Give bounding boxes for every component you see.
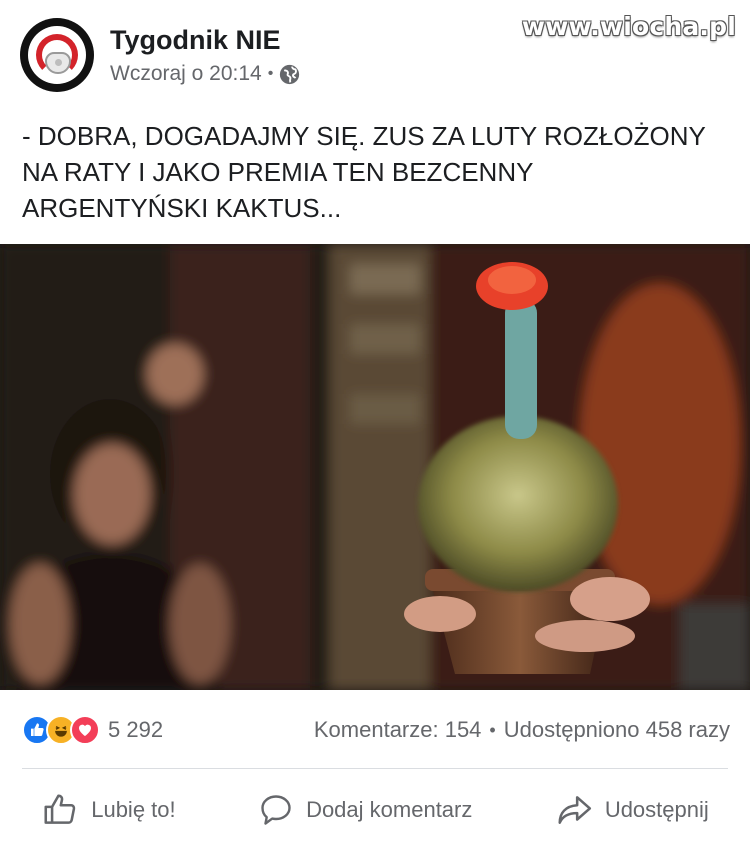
divider: [22, 768, 728, 769]
shares-count-link[interactable]: Udostępniono 458 razy: [504, 717, 730, 743]
share-button-label: Udostępnij: [604, 797, 709, 822]
like-button-label: Lubię to!: [91, 797, 176, 822]
globe-icon: [280, 64, 300, 84]
comment-button-label: Dodaj komentarz: [306, 797, 473, 822]
post-timestamp[interactable]: Wczoraj o 20:14: [110, 62, 262, 86]
post-text: - DOBRA, DOGADAJMY SIĘ. ZUS ZA LUTY ROZŁ…: [22, 121, 706, 223]
like-button[interactable]: Lubię to!: [41, 791, 176, 829]
page-name[interactable]: Tygodnik NIE: [110, 24, 300, 56]
watermark: www.wiocha.pl: [521, 12, 736, 41]
engagement-stats: Komentarze: 154 • Udostępniono 458 razy: [314, 717, 730, 743]
stats-separator: •: [489, 719, 496, 740]
reaction-icons: [22, 715, 100, 745]
post-actions: Lubię to! Dodaj komentarz Udostępnij: [0, 780, 750, 840]
comment-button[interactable]: Dodaj komentarz: [258, 792, 472, 828]
share-button[interactable]: Udostępnij: [555, 791, 709, 829]
share-arrow-icon: [558, 796, 591, 824]
reactions-bar: 5 292 Komentarze: 154 • Udostępniono 458…: [22, 710, 730, 750]
post-photo[interactable]: [0, 244, 750, 690]
meta-separator: •: [267, 65, 274, 82]
reactions-summary[interactable]: 5 292: [22, 715, 163, 745]
reaction-count: 5 292: [108, 717, 164, 742]
post-header: Tygodnik NIE Wczoraj o 20:14 •: [20, 16, 300, 94]
thumbs-up-icon: [44, 794, 76, 824]
comment-bubble-icon: [261, 795, 291, 825]
avatar-logo-icon: [28, 26, 86, 84]
page-avatar[interactable]: [20, 18, 94, 92]
comments-count-link[interactable]: Komentarze: 154: [314, 717, 482, 743]
love-icon: [70, 715, 100, 745]
post-meta: Wczoraj o 20:14 •: [110, 62, 300, 86]
photo-illustration: [0, 244, 750, 690]
